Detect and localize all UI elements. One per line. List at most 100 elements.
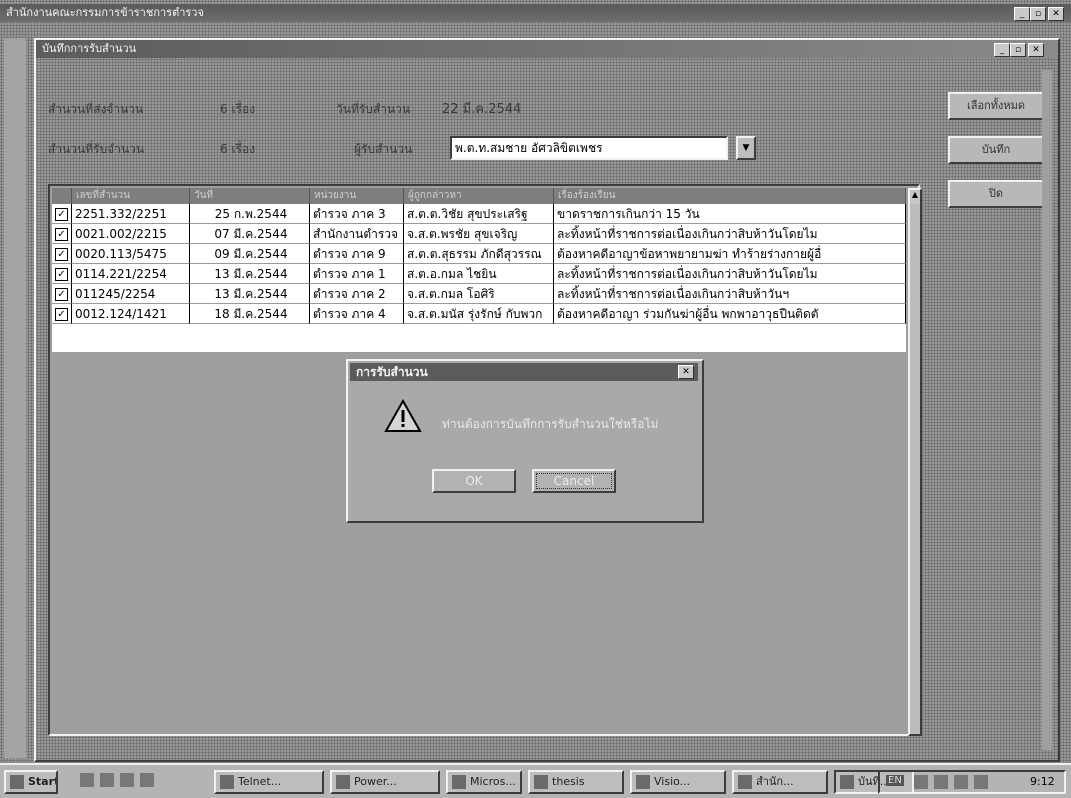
dialog-message: ท่านต้องการบันทึกการรับสำนวนใช่หรือไม่ — [442, 417, 659, 431]
cell-subject[interactable]: ต้องหาคดีอาญา ร่วมกันฆ่าผู้อื่น พกพาอาวุ… — [554, 304, 906, 324]
cell-checkbox: ✓ — [52, 244, 72, 264]
taskbar-item-label: Telnet... — [238, 775, 282, 788]
cell-subject[interactable]: ต้องหาคดีอาญาข้อหาพยายามฆ่า ทำร้ายร่างกา… — [554, 244, 906, 264]
cell-checkbox: ✓ — [52, 284, 72, 304]
table-row[interactable]: ✓ 0114.221/2254 13 มี.ค.2544 ตำรวจ ภาค 1 ส.ต… — [52, 264, 906, 284]
cell-date[interactable]: 07 มี.ค.2544 — [190, 224, 310, 244]
app-minimize-button[interactable]: _ — [1014, 7, 1030, 21]
cell-subject[interactable]: ละทิ้งหน้าที่ราชการต่อเนื่องเกินกว่าสิบห… — [554, 264, 906, 284]
tray-icon-1[interactable] — [914, 775, 928, 789]
language-indicator[interactable]: EN — [886, 775, 904, 786]
cell-checkbox: ✓ — [52, 264, 72, 284]
quicklaunch-icon-4[interactable] — [140, 773, 154, 787]
cell-date[interactable]: 25 ก.พ.2544 — [190, 204, 310, 224]
cell-date[interactable]: 09 มี.ค.2544 — [190, 244, 310, 264]
row-checkbox[interactable]: ✓ — [55, 268, 68, 281]
taskbar-item[interactable]: Micros... — [446, 770, 522, 794]
row-checkbox[interactable]: ✓ — [55, 208, 68, 221]
table-row[interactable]: ✓ 011245/2254 13 มี.ค.2544 ตำรวจ ภาค 2 จ.ส.ต… — [52, 284, 906, 304]
cancel-button[interactable]: Cancel — [532, 469, 616, 493]
table-row[interactable]: ✓ 0021.002/2215 07 มี.ค.2544 สำนักงานตำรวจจ… — [52, 224, 906, 244]
cell-case-no[interactable]: 0020.113/5475 — [72, 244, 190, 264]
row-checkbox[interactable]: ✓ — [55, 228, 68, 241]
header-unit[interactable]: หน่วยงาน — [310, 188, 404, 204]
header-case-no[interactable]: เลขที่สำนวน — [72, 188, 190, 204]
tray-icon-4[interactable] — [974, 775, 988, 789]
cell-accused[interactable]: จ.ส.ต.กมล โอศิริ — [404, 284, 554, 304]
cell-subject[interactable]: ละทิ้งหน้าที่ราชการต่อเนื่องเกินกว่าสิบห… — [554, 284, 906, 304]
app-maximize-button[interactable]: ▫ — [1030, 7, 1046, 21]
cell-case-no[interactable]: 0114.221/2254 — [72, 264, 190, 284]
dialog-close-button[interactable]: ✕ — [678, 365, 694, 379]
cell-date[interactable]: 18 มี.ค.2544 — [190, 304, 310, 324]
grid-vertical-scrollbar[interactable]: ▲ — [908, 188, 922, 736]
header-subject[interactable]: เรื่องร้องเรียน — [554, 188, 906, 204]
table-row[interactable]: ✓ 0012.124/1421 18 มี.ค.2544 ตำรวจ ภาค 4 จ.ส… — [52, 304, 906, 324]
taskbar-item[interactable]: Power... — [330, 770, 440, 794]
cell-accused[interactable]: จ.ส.ต.มนัส รุ่งรักษ์ กับพวก — [404, 304, 554, 324]
cell-case-no[interactable]: 011245/2254 — [72, 284, 190, 304]
cell-unit[interactable]: ตำรวจ ภาค 4 — [310, 304, 404, 324]
document-title-bar[interactable]: บันทึกการรับสำนวน — [36, 40, 1058, 58]
cell-case-no[interactable]: 0012.124/1421 — [72, 304, 190, 324]
header-checkbox-col — [52, 188, 72, 204]
ok-button[interactable]: OK — [432, 469, 516, 493]
start-button[interactable]: Start — [4, 770, 58, 794]
receiver-combobox[interactable]: พ.ต.ท.สมชาย อัศวลิขิตเพชร — [450, 136, 728, 160]
app-title-bar[interactable]: สำนักงานคณะกรรมการข้าราชการตำรวจ — [0, 4, 1071, 22]
row-checkbox[interactable]: ✓ — [55, 248, 68, 261]
cell-date[interactable]: 13 มี.ค.2544 — [190, 284, 310, 304]
table-row[interactable]: ✓ 0020.113/5475 09 มี.ค.2544 ตำรวจ ภาค 9 ส.ต… — [52, 244, 906, 264]
taskbar-item[interactable]: Telnet... — [214, 770, 324, 794]
cell-date[interactable]: 13 มี.ค.2544 — [190, 264, 310, 284]
doc-maximize-button[interactable]: ▫ — [1010, 43, 1026, 57]
row-checkbox[interactable]: ✓ — [55, 308, 68, 321]
tray-icon-2[interactable] — [934, 775, 948, 789]
quicklaunch-icon-2[interactable] — [100, 773, 114, 787]
system-tray: EN 9:12 — [878, 770, 1066, 794]
cell-case-no[interactable]: 2251.332/2251 — [72, 204, 190, 224]
header-date[interactable]: วันที่ — [190, 188, 310, 204]
taskbar-item-label: thesis — [552, 775, 585, 788]
cell-unit[interactable]: ตำรวจ ภาค 2 — [310, 284, 404, 304]
receiver-dropdown-button[interactable]: ▼ — [736, 136, 756, 160]
taskbar-item[interactable]: thesis — [528, 770, 624, 794]
doc-minimize-button[interactable]: _ — [994, 43, 1010, 57]
cell-unit[interactable]: ตำรวจ ภาค 3 — [310, 204, 404, 224]
header-accused[interactable]: ผู้ถูกกล่าวหา — [404, 188, 554, 204]
cell-accused[interactable]: ส.ต.อ.กมล ไชยิน — [404, 264, 554, 284]
dialog-title-bar[interactable]: การรับสำนวน — [350, 363, 698, 381]
cell-subject[interactable]: ละทิ้งหน้าที่ราชการต่อเนื่องเกินกว่าสิบห… — [554, 224, 906, 244]
cell-accused[interactable]: จ.ส.ต.พรชัย สุขเจริญ — [404, 224, 554, 244]
cell-checkbox: ✓ — [52, 204, 72, 224]
chevron-down-icon: ▼ — [742, 143, 750, 153]
speaker-icon[interactable] — [954, 775, 968, 789]
cell-case-no[interactable]: 0021.002/2215 — [72, 224, 190, 244]
cell-unit[interactable]: สำนักงานตำรวจ — [310, 224, 404, 244]
taskbar-item[interactable]: สำนัก... — [732, 770, 828, 794]
task-app-icon — [336, 775, 350, 789]
save-button[interactable]: บันทึก — [948, 136, 1044, 164]
received-label: สำนวนที่รับจำนวน — [48, 142, 145, 156]
task-app-icon — [220, 775, 234, 789]
quicklaunch-icon-3[interactable] — [120, 773, 134, 787]
app-close-button[interactable]: ✕ — [1048, 7, 1064, 21]
table-row[interactable]: ✓ 2251.332/2251 25 ก.พ.2544 ตำรวจ ภาค 3 ส.ต.… — [52, 204, 906, 224]
row-checkbox[interactable]: ✓ — [55, 288, 68, 301]
confirm-dialog: การรับสำนวน ✕ ท่านต้องการบันทึกการรับสำน… — [346, 359, 704, 523]
cell-unit[interactable]: ตำรวจ ภาค 9 — [310, 244, 404, 264]
cell-accused[interactable]: ส.ต.ต.สุธรรม ภักดีสุวรรณ — [404, 244, 554, 264]
cell-accused[interactable]: ส.ต.ต.วิชัย สุขประเสริฐ — [404, 204, 554, 224]
quicklaunch-icon-1[interactable] — [80, 773, 94, 787]
total-value: 6 เรื่อง — [220, 102, 256, 116]
scroll-up-icon[interactable]: ▲ — [910, 190, 920, 204]
receiver-value: พ.ต.ท.สมชาย อัศวลิขิตเพชร — [455, 141, 603, 155]
app-title: สำนักงานคณะกรรมการข้าราชการตำรวจ — [6, 6, 204, 19]
doc-close-button[interactable]: ✕ — [1028, 43, 1044, 57]
cell-subject[interactable]: ขาดราชการเกินกว่า 15 วัน — [554, 204, 906, 224]
taskbar-item[interactable]: Visio... — [630, 770, 726, 794]
close-button[interactable]: ปิด — [948, 180, 1044, 208]
cell-unit[interactable]: ตำรวจ ภาค 1 — [310, 264, 404, 284]
taskbar-item-label: Power... — [354, 775, 397, 788]
select-all-button[interactable]: เลือกทั้งหมด — [948, 92, 1044, 120]
